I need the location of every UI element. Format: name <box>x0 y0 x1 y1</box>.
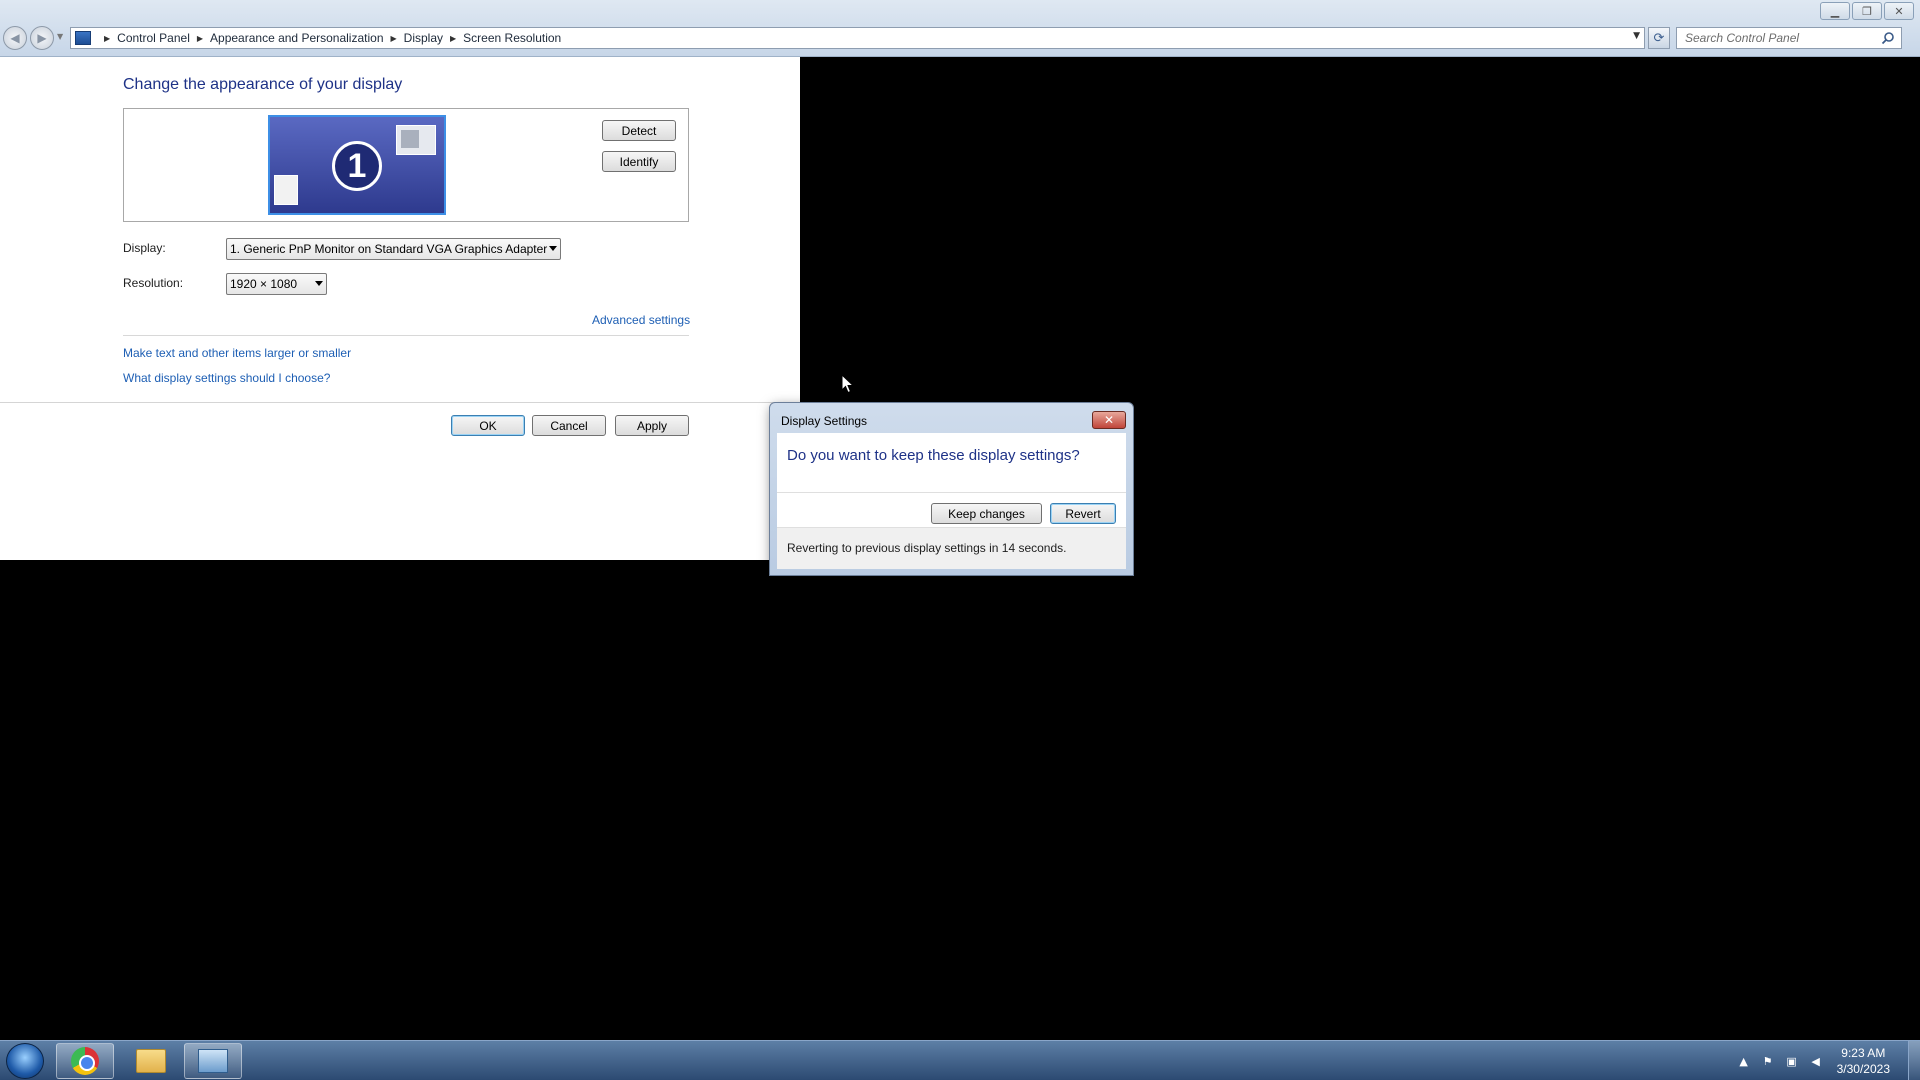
monitor-1-thumbnail[interactable]: 1 <box>268 115 446 215</box>
dropdown-arrow-icon <box>315 281 323 286</box>
chrome-icon <box>71 1047 99 1075</box>
page-title: Change the appearance of your display <box>123 76 403 93</box>
search-box[interactable] <box>1676 27 1902 49</box>
mouse-cursor-icon <box>841 374 855 394</box>
clock-time: 9:23 AM <box>1841 1046 1886 1060</box>
display-settings-dialog: Display Settings ✕ Do you want to keep t… <box>769 402 1134 576</box>
control-panel-icon <box>75 31 91 45</box>
text-size-link[interactable]: Make text and other items larger or smal… <box>123 346 351 360</box>
refresh-button[interactable]: ⟳ <box>1648 27 1670 49</box>
identify-button[interactable]: Identify <box>602 151 676 172</box>
footer-divider <box>0 402 800 403</box>
system-tray: ▲ ⚑ ▣ ◀ 9:23 AM 3/30/2023 <box>1727 1041 1920 1080</box>
monitor-number-badge: 1 <box>332 141 382 191</box>
navigation-row: ◀ ▶ ▼ ▶ Control Panel ▶ Appearance and P… <box>0 26 1920 50</box>
display-label: Display: <box>123 241 166 255</box>
action-center-icon[interactable]: ⚑ <box>1761 1054 1775 1068</box>
back-button[interactable]: ◀ <box>3 26 27 50</box>
restore-button[interactable]: ❐ <box>1852 2 1882 20</box>
start-button[interactable] <box>6 1043 44 1079</box>
address-bar[interactable]: ▶ Control Panel ▶ Appearance and Persona… <box>70 27 1645 49</box>
breadcrumb-screen-resolution[interactable]: Screen Resolution <box>463 31 561 45</box>
dialog-question: Do you want to keep these display settin… <box>787 447 1080 464</box>
forward-button[interactable]: ▶ <box>30 26 54 50</box>
dialog-close-button[interactable]: ✕ <box>1092 411 1126 429</box>
divider <box>123 335 689 336</box>
breadcrumb-separator-icon[interactable]: ▶ <box>391 34 397 43</box>
breadcrumb-separator-icon[interactable]: ▶ <box>104 34 110 43</box>
dialog-body: Do you want to keep these display settin… <box>777 433 1126 569</box>
taskbar-control-panel-button[interactable] <box>184 1043 242 1079</box>
dialog-divider <box>777 492 1126 493</box>
show-hidden-icons-icon[interactable]: ▲ <box>1737 1054 1751 1068</box>
window-graphic-icon <box>274 175 298 205</box>
recent-pages-dropdown-icon[interactable]: ▼ <box>57 32 63 41</box>
taskbar: ▲ ⚑ ▣ ◀ 9:23 AM 3/30/2023 <box>0 1040 1920 1080</box>
dialog-title: Display Settings <box>781 414 868 428</box>
window-chrome: ▁ ❐ ✕ ◀ ▶ ▼ ▶ Control Panel ▶ Appearance… <box>0 0 1920 57</box>
revert-button[interactable]: Revert <box>1050 503 1116 524</box>
search-input[interactable] <box>1685 31 1875 45</box>
show-desktop-button[interactable] <box>1908 1041 1920 1080</box>
display-select-value: 1. Generic PnP Monitor on Standard VGA G… <box>230 242 548 256</box>
address-dropdown-icon[interactable]: ▼ <box>1633 31 1640 41</box>
close-window-button[interactable]: ✕ <box>1884 2 1914 20</box>
breadcrumb-separator-icon[interactable]: ▶ <box>197 34 203 43</box>
volume-icon[interactable]: ◀ <box>1809 1054 1823 1068</box>
resolution-select-value: 1920 × 1080 <box>230 277 298 291</box>
ok-button[interactable]: OK <box>451 415 525 436</box>
clock-date: 3/30/2023 <box>1836 1062 1890 1076</box>
revert-countdown: Reverting to previous display settings i… <box>787 541 1067 555</box>
advanced-settings-link[interactable]: Advanced settings <box>592 313 690 327</box>
screen-resolution-pane: Change the appearance of your display 1 … <box>0 57 800 560</box>
folder-icon <box>136 1049 166 1073</box>
detect-button[interactable]: Detect <box>602 120 676 141</box>
breadcrumb-separator-icon[interactable]: ▶ <box>450 34 456 43</box>
control-panel-icon <box>198 1049 228 1073</box>
caption-buttons: ▁ ❐ ✕ <box>1820 2 1914 20</box>
taskbar-chrome-button[interactable] <box>56 1043 114 1079</box>
display-help-link[interactable]: What display settings should I choose? <box>123 371 330 385</box>
search-icon[interactable] <box>1881 31 1895 45</box>
window-graphic-icon <box>396 125 436 155</box>
monitor-arrangement-panel: 1 Detect Identify <box>123 108 689 222</box>
network-icon[interactable]: ▣ <box>1785 1054 1799 1068</box>
dropdown-arrow-icon <box>549 246 557 251</box>
breadcrumb-display[interactable]: Display <box>404 31 443 45</box>
cancel-button[interactable]: Cancel <box>532 415 606 436</box>
resolution-label: Resolution: <box>123 276 184 290</box>
resolution-select[interactable]: 1920 × 1080 <box>226 273 327 295</box>
breadcrumb-appearance[interactable]: Appearance and Personalization <box>210 31 383 45</box>
minimize-button[interactable]: ▁ <box>1820 2 1850 20</box>
display-select[interactable]: 1. Generic PnP Monitor on Standard VGA G… <box>226 238 561 260</box>
clock[interactable]: 9:23 AM 3/30/2023 <box>1837 1045 1890 1077</box>
dialog-footer: Reverting to previous display settings i… <box>777 527 1126 569</box>
taskbar-explorer-button[interactable] <box>122 1043 180 1079</box>
breadcrumb-control-panel[interactable]: Control Panel <box>117 31 190 45</box>
keep-changes-button[interactable]: Keep changes <box>931 503 1042 524</box>
apply-button[interactable]: Apply <box>615 415 689 436</box>
